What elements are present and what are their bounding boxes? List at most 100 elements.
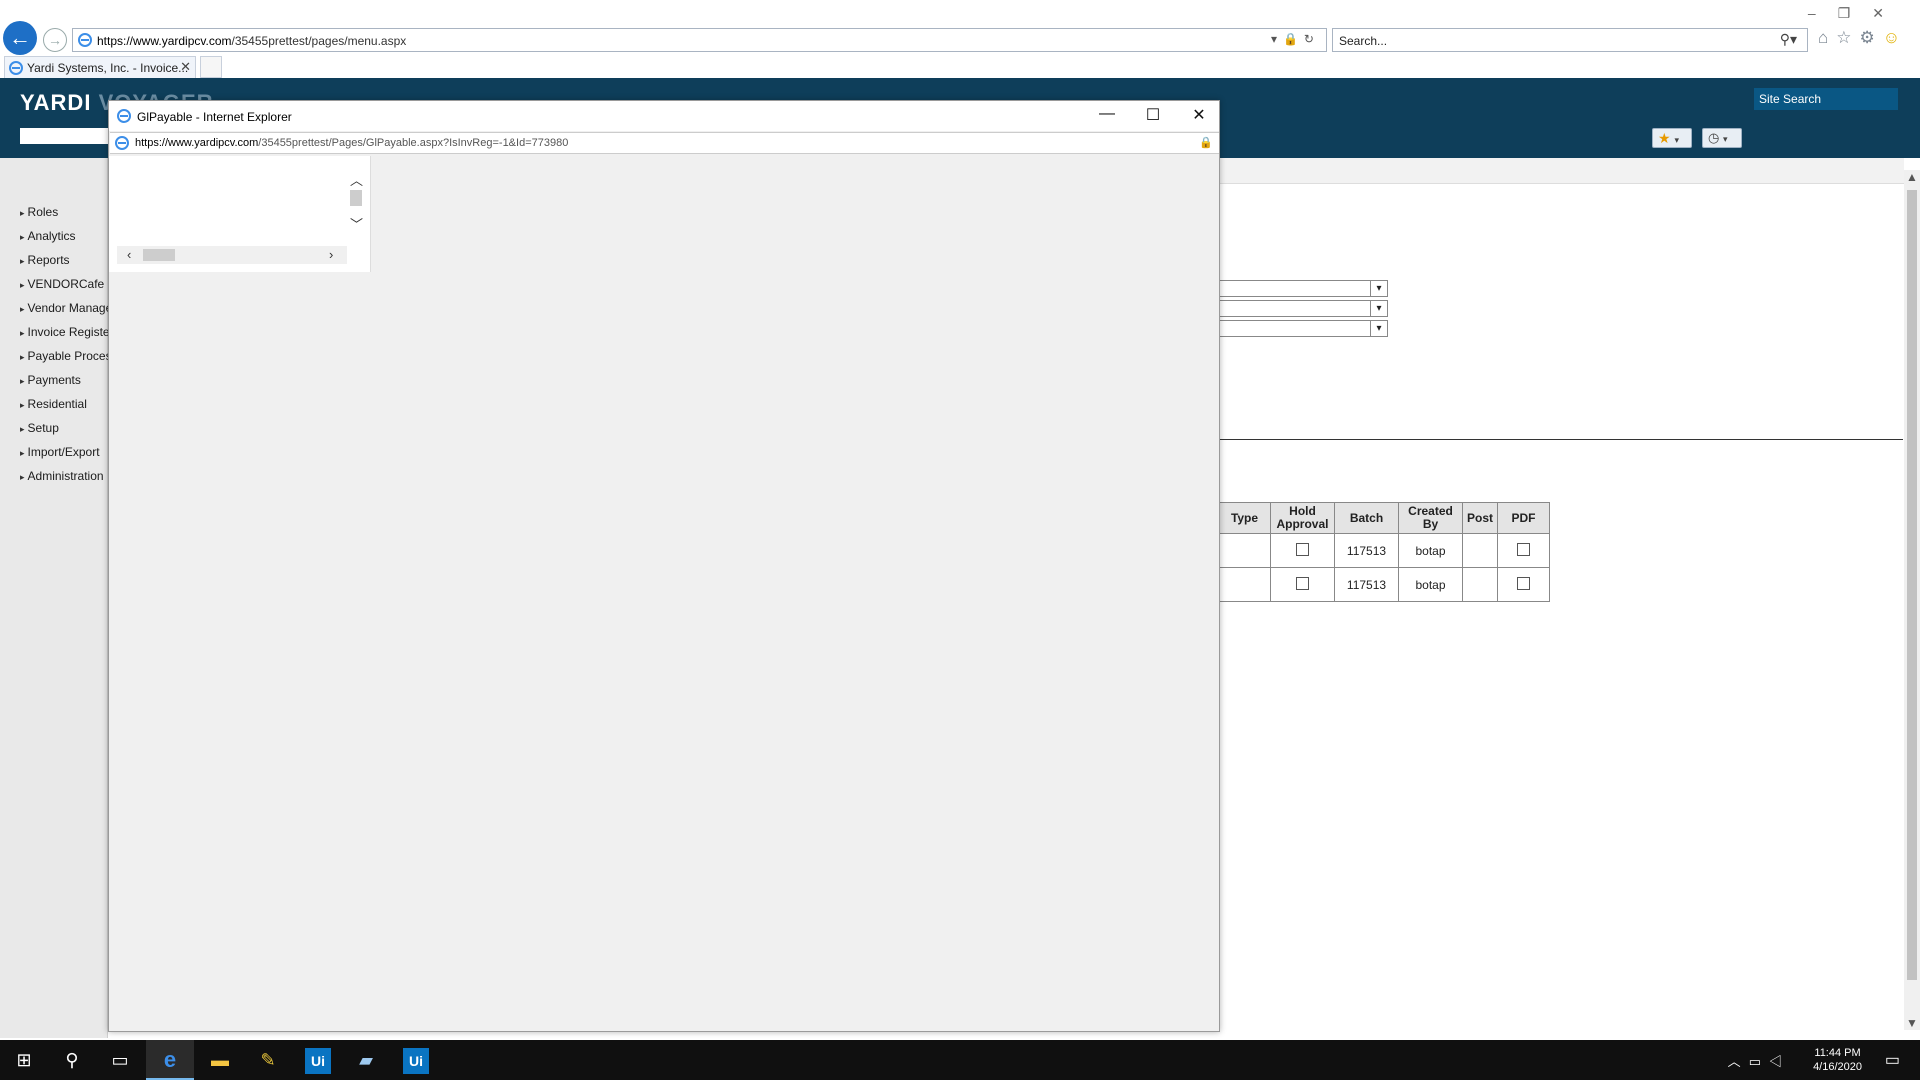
clock-time: 11:44 PM bbox=[1814, 1047, 1861, 1059]
volume-muted-icon[interactable]: ◁ bbox=[1769, 1054, 1790, 1069]
header-pdf: PDF bbox=[1497, 502, 1551, 534]
clock[interactable]: 11:44 PM 4/16/2020 bbox=[1813, 1046, 1862, 1074]
nav-item-setup[interactable]: Setup bbox=[20, 421, 108, 445]
header-post: Post bbox=[1461, 502, 1499, 534]
history-button[interactable]: ◷ ▾ bbox=[1702, 128, 1742, 148]
notes-app-icon[interactable]: ▰ bbox=[342, 1040, 390, 1080]
notification-icon[interactable]: ▭ bbox=[1885, 1050, 1900, 1070]
nav-item-roles[interactable]: Roles bbox=[20, 205, 108, 229]
search-placeholder: Search... bbox=[1339, 34, 1388, 48]
nav-item-analytics[interactable]: Analytics bbox=[20, 229, 108, 253]
back-button[interactable]: ← bbox=[3, 21, 37, 55]
popup-titlebar[interactable]: GlPayable - Internet Explorer — ☐ ✕ bbox=[109, 101, 1219, 131]
nav-item-reports[interactable]: Reports bbox=[20, 253, 108, 277]
cell-type bbox=[1218, 567, 1271, 602]
tab-close-icon[interactable]: ✕ bbox=[180, 59, 191, 75]
filter-selects: ▾ ▾ ▾ bbox=[1213, 280, 1388, 340]
uipath-studio-icon[interactable]: Ui bbox=[392, 1040, 440, 1080]
home-icon[interactable]: ⌂ bbox=[1818, 28, 1836, 47]
settings-gear-icon[interactable]: ⚙ bbox=[1860, 28, 1883, 47]
favorites-star-icon[interactable]: ☆ bbox=[1836, 28, 1859, 47]
start-windows-icon[interactable]: ⊞ bbox=[0, 1040, 48, 1080]
header-batch: Batch bbox=[1334, 502, 1399, 534]
filter-select-3[interactable]: ▾ bbox=[1213, 320, 1388, 337]
scrollbar-thumb[interactable] bbox=[1907, 190, 1917, 980]
hold-approval-checkbox[interactable] bbox=[1296, 542, 1309, 556]
ie-icon bbox=[115, 136, 129, 150]
left-navigation: Roles Analytics Reports VENDORCafe Vendo… bbox=[0, 158, 108, 1038]
scroll-left-icon[interactable]: ‹ bbox=[127, 247, 131, 262]
restore-icon[interactable]: ❐ bbox=[1838, 5, 1873, 21]
cell-batch: 117513 bbox=[1334, 533, 1399, 568]
favorites-button[interactable]: ★ ▾ bbox=[1652, 128, 1692, 148]
address-tools[interactable]: ▾🔒↻ bbox=[1271, 32, 1320, 46]
toolbar-icons[interactable]: ⌂☆⚙☺ bbox=[1818, 28, 1908, 48]
windows-taskbar: ⊞ ⚲ ▭ e ▬ ✎ Ui ▰ Ui ︿▭◁ 11:44 PM 4/16/20… bbox=[0, 1040, 1920, 1080]
lock-icon: 🔒 bbox=[1199, 137, 1213, 149]
popup-url: https://www.yardipcv.com/35455prettest/P… bbox=[135, 137, 569, 149]
frame-horizontal-scrollbar[interactable]: ‹ › bbox=[117, 246, 347, 264]
forward-button[interactable]: → bbox=[43, 28, 67, 52]
pdf-checkbox[interactable] bbox=[1517, 576, 1531, 590]
popup-minimize-button[interactable]: — bbox=[1087, 105, 1127, 123]
search-icon[interactable]: ⚲ bbox=[48, 1040, 96, 1080]
popup-maximize-button[interactable]: ☐ bbox=[1133, 105, 1173, 125]
nav-item-payments[interactable]: Payments bbox=[20, 373, 108, 397]
header-input[interactable] bbox=[20, 128, 110, 144]
chevron-down-icon[interactable]: ▾ bbox=[1370, 281, 1387, 296]
search-icon[interactable]: ⚲▾ bbox=[1780, 31, 1797, 48]
scroll-up-icon[interactable]: ︿ bbox=[350, 170, 363, 189]
filter-select-2[interactable]: ▾ bbox=[1213, 300, 1388, 317]
scrollbar-thumb[interactable] bbox=[350, 190, 362, 206]
scroll-right-icon[interactable]: › bbox=[329, 247, 333, 262]
smiley-icon[interactable]: ☺ bbox=[1883, 28, 1908, 47]
chevron-down-icon: ▾ bbox=[1674, 135, 1679, 145]
cell-type bbox=[1218, 533, 1271, 568]
nav-item-vendor-management[interactable]: Vendor Management bbox=[20, 301, 108, 325]
system-tray[interactable]: ︿▭◁ bbox=[1728, 1051, 1790, 1070]
cell-post bbox=[1461, 567, 1499, 602]
cell-hold-approval bbox=[1270, 533, 1335, 568]
cell-hold-approval bbox=[1270, 567, 1335, 602]
site-search-input[interactable]: Site Search bbox=[1754, 88, 1898, 110]
frame-vertical-scrollbar[interactable]: ︿ ﹀ bbox=[347, 156, 365, 246]
scroll-down-icon[interactable]: ▼ bbox=[1906, 1016, 1918, 1030]
window-controls[interactable]: –❐✕ bbox=[1808, 5, 1906, 22]
chevron-down-icon[interactable]: ▾ bbox=[1370, 301, 1387, 316]
uipath-icon[interactable]: Ui bbox=[294, 1040, 342, 1080]
header-created-by: Created By bbox=[1398, 502, 1463, 534]
filter-select-1[interactable]: ▾ bbox=[1213, 280, 1388, 297]
nav-item-invoice-register[interactable]: Invoice Register bbox=[20, 325, 108, 349]
scroll-up-icon[interactable]: ▲ bbox=[1906, 170, 1918, 184]
cell-created-by: botap bbox=[1398, 567, 1463, 602]
nav-item-residential[interactable]: Residential bbox=[20, 397, 108, 421]
hold-approval-checkbox[interactable] bbox=[1296, 576, 1309, 590]
nav-item-vendorcafe[interactable]: VENDORCafe bbox=[20, 277, 108, 301]
file-explorer-icon[interactable]: ▬ bbox=[196, 1040, 244, 1080]
scroll-down-icon[interactable]: ﹀ bbox=[350, 214, 363, 233]
browser-chrome: ← → https://www.yardipcv.com/35455prette… bbox=[0, 0, 1920, 78]
popup-address-bar[interactable]: https://www.yardipcv.com/35455prettest/P… bbox=[110, 132, 1219, 154]
address-bar[interactable]: https://www.yardipcv.com/35455prettest/p… bbox=[72, 28, 1327, 52]
new-tab-button[interactable] bbox=[200, 56, 222, 78]
app-tool-icon[interactable]: ✎ bbox=[244, 1040, 292, 1080]
table-row: 117513 botap bbox=[1218, 533, 1551, 568]
ie-icon bbox=[9, 61, 23, 75]
search-box[interactable]: Search... ⚲▾ bbox=[1332, 28, 1808, 52]
page-scrollbar[interactable]: ▲ ▼ bbox=[1904, 170, 1920, 1030]
nav-item-import-export[interactable]: Import/Export bbox=[20, 445, 108, 469]
chevron-up-icon[interactable]: ︿ bbox=[1728, 1054, 1749, 1069]
network-icon[interactable]: ▭ bbox=[1749, 1054, 1769, 1069]
task-view-icon[interactable]: ▭ bbox=[96, 1040, 144, 1080]
scrollbar-thumb[interactable] bbox=[143, 249, 175, 261]
close-icon[interactable]: ✕ bbox=[1872, 5, 1906, 21]
nav-item-administration[interactable]: Administration bbox=[20, 469, 108, 493]
address-url: https://www.yardipcv.com/35455prettest/p… bbox=[97, 34, 407, 48]
popup-close-button[interactable]: ✕ bbox=[1179, 105, 1219, 125]
browser-tab[interactable]: Yardi Systems, Inc. - Invoice... ✕ bbox=[4, 56, 196, 78]
pdf-checkbox[interactable] bbox=[1517, 542, 1531, 556]
internet-explorer-icon[interactable]: e bbox=[146, 1040, 194, 1080]
chevron-down-icon[interactable]: ▾ bbox=[1370, 321, 1387, 336]
nav-item-payable-processing[interactable]: Payable Processing bbox=[20, 349, 108, 373]
minimize-icon[interactable]: – bbox=[1808, 5, 1838, 21]
